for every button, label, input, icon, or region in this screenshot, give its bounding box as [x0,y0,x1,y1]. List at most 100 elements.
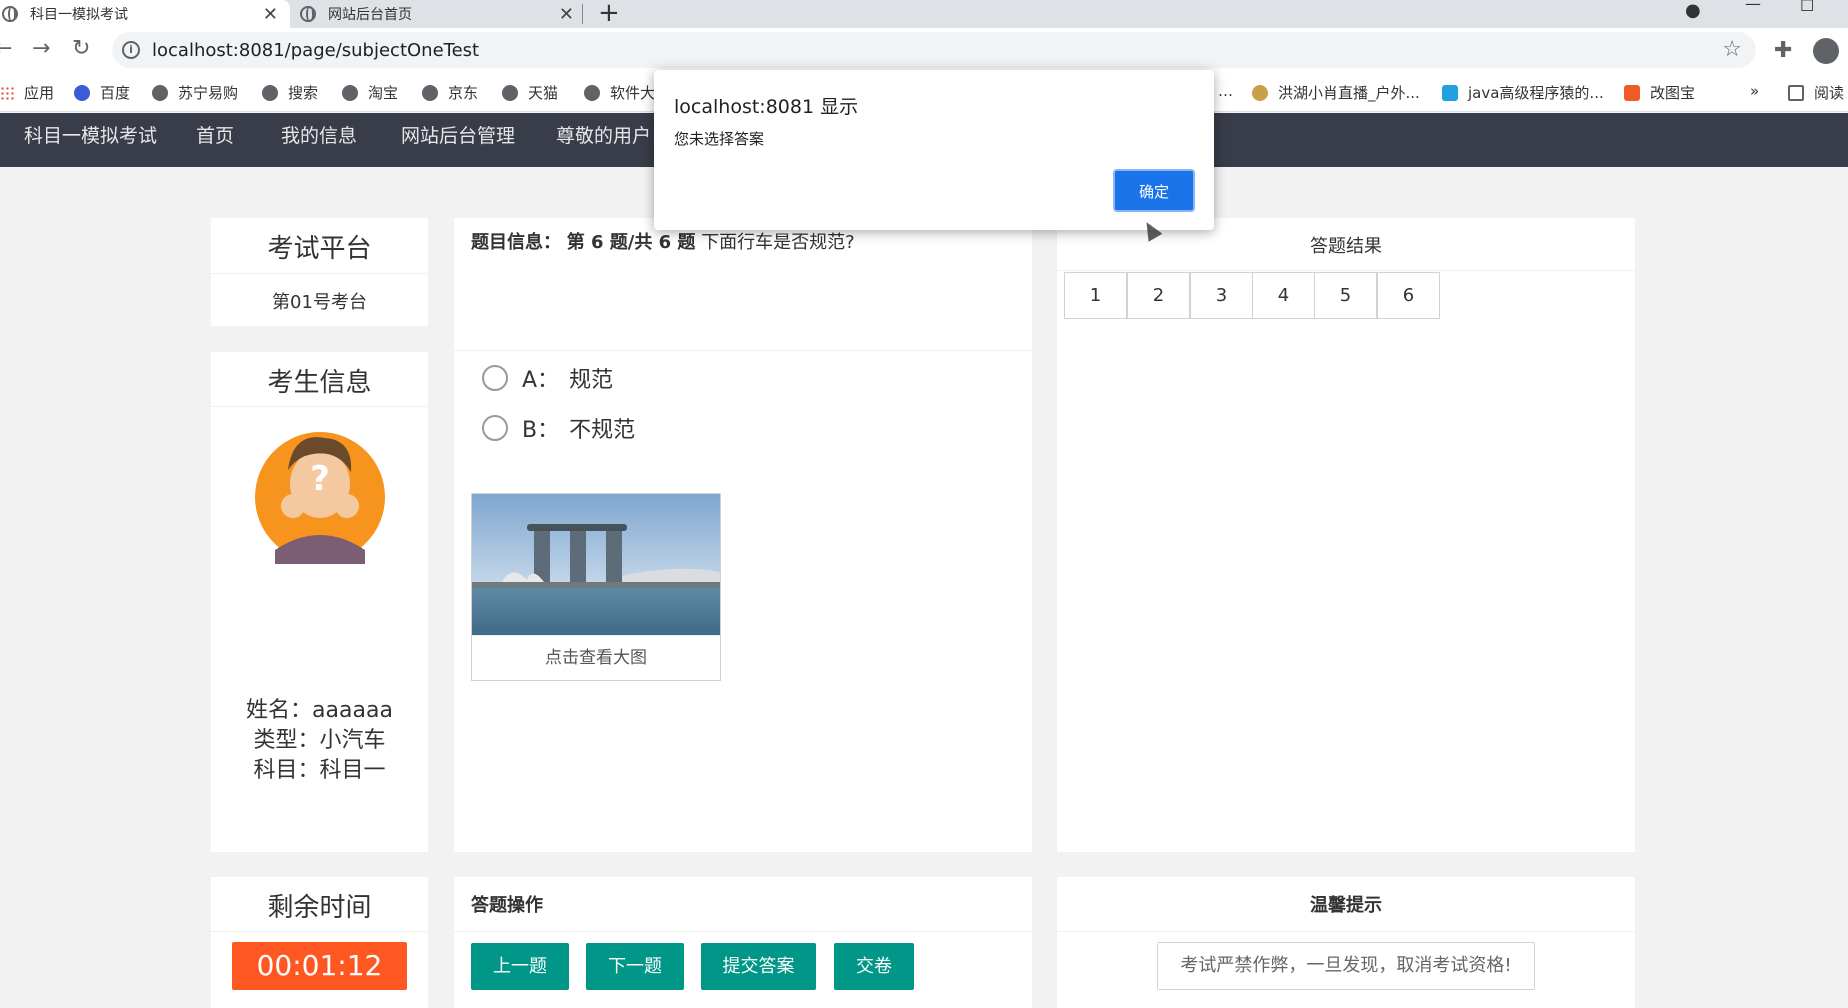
examinee-panel: 考生信息 ? 姓名：aaaaaa 类型：小汽车 科目：科目一 [211,352,428,852]
bookmark-java[interactable]: java高级程序猿的... [1442,82,1604,103]
alert-dialog: localhost:8081 显示 您未选择答案 确定 [654,70,1214,230]
bookmark-tmall[interactable]: 天猫 [502,82,558,103]
tab-label: 网站后台首页 [328,7,412,23]
maximize-icon[interactable]: ☐ [1800,0,1814,15]
globe-icon [300,6,316,22]
tab-subject-one-test[interactable]: 科目一模拟考试 ✕ [0,0,290,28]
apps-icon [0,85,14,100]
divider [211,406,428,407]
examinee-name: 姓名：aaaaaa [246,698,393,723]
view-large-image-link[interactable]: 点击查看大图 [472,635,720,680]
extensions-icon[interactable]: ✚ [1774,38,1792,63]
bookmark-star-icon[interactable]: ☆ [1722,37,1742,62]
platform-title: 考试平台 [267,234,372,264]
close-icon[interactable]: ✕ [559,4,574,25]
dialog-ok-button[interactable]: 确定 [1113,169,1195,212]
baidu-icon [74,84,90,101]
minimize-icon[interactable]: — [1745,0,1761,13]
bookmark-honghu[interactable]: 洪湖小肖直播_户外... [1252,82,1420,103]
question-nav-6[interactable]: 6 [1377,272,1440,319]
divider [1057,931,1635,932]
bookmark-gaitubao[interactable]: 改图宝 [1624,82,1695,103]
prev-question-button[interactable]: 上一题 [471,943,569,990]
nav-subject-one-test[interactable]: 科目一模拟考试 [24,121,157,148]
profile-dropdown-icon[interactable]: ● [1685,0,1701,21]
question-nav-5[interactable]: 5 [1314,272,1377,319]
tab-separator [582,4,583,24]
address-bar: ← → ↻ i localhost:8081/page/subjectOneTe… [0,28,1848,72]
reload-icon[interactable]: ↻ [72,36,90,61]
bookmarks-overflow[interactable]: » [1750,82,1759,100]
nav-user[interactable]: 尊敬的用户 a [556,121,669,148]
svg-text:?: ? [310,459,330,499]
submit-answer-button[interactable]: 提交答案 [701,943,816,990]
globe-icon [502,84,518,101]
radio-a[interactable] [482,365,508,391]
globe-icon [584,84,600,101]
operations-title: 答题操作 [471,895,543,916]
bilibili-icon [1442,84,1458,101]
info-icon[interactable]: i [122,41,140,59]
results-title: 答题结果 [1310,236,1382,257]
globe-icon [152,84,168,101]
question-image-card[interactable]: 点击查看大图 [471,493,721,681]
divider [211,273,428,274]
tab-label: 科目一模拟考试 [30,7,128,23]
timer-title: 剩余时间 [267,893,372,923]
question-nav-1[interactable]: 1 [1064,272,1127,319]
new-tab-button[interactable]: + [598,0,620,28]
nav-my-info[interactable]: 我的信息 [281,121,357,148]
bookmark-apps[interactable]: 应用 [0,82,54,103]
question-nav-2[interactable]: 2 [1127,272,1190,319]
avatar: ? [255,432,385,564]
tips-title: 温馨提示 [1310,895,1382,916]
bookmark-truncated[interactable]: … [1218,82,1233,100]
nav-admin[interactable]: 网站后台管理 [401,121,515,148]
question-nav-3[interactable]: 3 [1190,272,1253,319]
tab-admin-home[interactable]: 网站后台首页 ✕ [296,0,586,28]
close-icon[interactable]: ✕ [263,4,278,25]
divider [211,931,428,932]
divider [454,931,1032,932]
bookmark-search[interactable]: 搜索 [262,82,318,103]
forward-icon[interactable]: → [32,36,50,61]
bookmark-baidu[interactable]: 百度 [74,82,130,103]
bookmark-taobao[interactable]: 淘宝 [342,82,398,103]
gaitubao-icon [1624,84,1640,101]
examinee-subject: 科目：科目一 [253,758,386,783]
bookmark-suning[interactable]: 苏宁易购 [152,82,238,103]
reading-list[interactable]: 阅读 [1788,82,1844,103]
question-text: 下面行车是否规范? [701,232,855,253]
nav-home[interactable]: 首页 [196,121,234,148]
bird-icon [1252,84,1268,101]
bookmark-software[interactable]: 软件大 [584,82,655,103]
globe-icon [262,84,278,101]
dialog-title: localhost:8081 显示 [674,96,859,118]
divider [1057,270,1635,271]
dialog-message: 您未选择答案 [674,130,765,148]
divider [454,350,1032,351]
hand-in-button[interactable]: 交卷 [834,943,914,990]
reading-list-icon [1788,84,1804,101]
globe-icon [422,84,438,101]
station-number: 第01号考台 [272,292,367,313]
browser-tab-bar: 科目一模拟考试 ✕ 网站后台首页 ✕ + ● — ☐ [0,0,1848,28]
bookmark-jd[interactable]: 京东 [422,82,478,103]
question-image[interactable] [472,494,720,635]
profile-avatar-icon[interactable] [1813,38,1839,64]
url-field[interactable]: i localhost:8081/page/subjectOneTest ☆ [112,32,1756,68]
option-b[interactable]: B： 不规范 [482,412,635,444]
globe-icon [342,84,358,101]
remaining-time: 00:01:12 [232,942,407,990]
platform-panel: 考试平台 第01号考台 [211,218,428,326]
question-header: 题目信息： 第 6 题/共 6 题 下面行车是否规范? [471,228,855,254]
tips-text: 考试严禁作弊，一旦发现，取消考试资格! [1157,942,1535,990]
radio-b[interactable] [482,415,508,441]
question-progress: 第 6 题/共 6 题 [566,232,696,253]
option-a[interactable]: A： 规范 [482,362,613,394]
next-question-button[interactable]: 下一题 [586,943,684,990]
examinee-title: 考生信息 [267,368,372,398]
globe-icon [2,6,18,22]
question-nav-4[interactable]: 4 [1252,272,1315,319]
back-icon[interactable]: ← [0,36,12,61]
